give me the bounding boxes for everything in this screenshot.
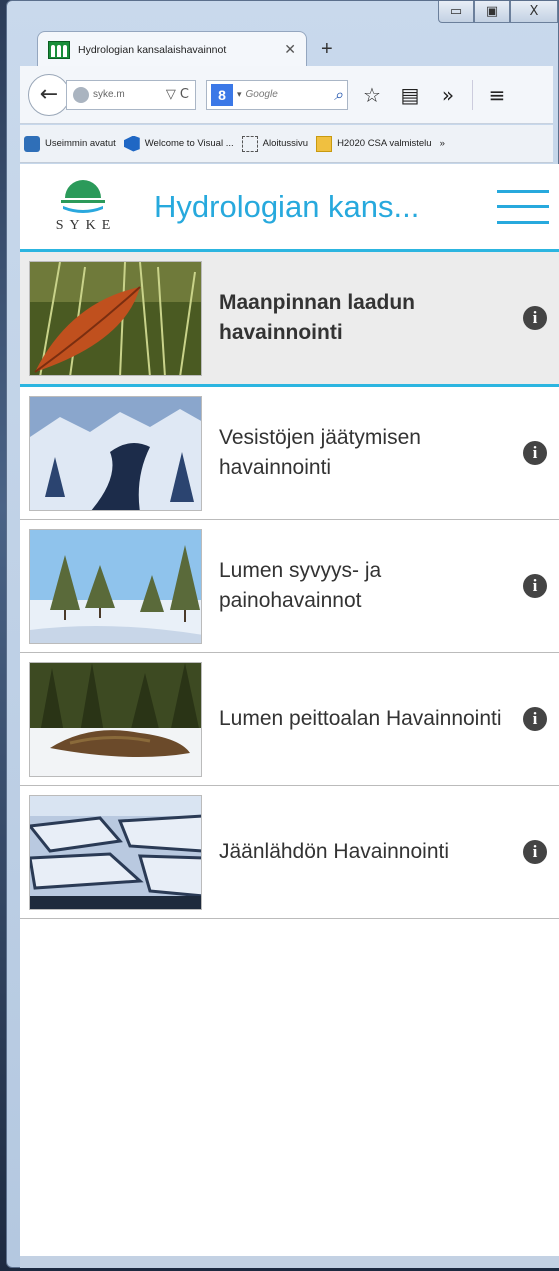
list-item[interactable]: Maanpinnan laadun havainnointi i xyxy=(20,252,559,387)
ice-breakup-image xyxy=(29,794,202,910)
new-tab-button[interactable]: + xyxy=(321,38,333,61)
bookmark-icon xyxy=(24,135,40,152)
reload-icon[interactable]: C xyxy=(180,87,189,102)
minimize-button[interactable]: ▭ xyxy=(438,1,474,23)
url-bar[interactable]: syke.m ▽ C xyxy=(66,79,196,110)
globe-icon xyxy=(73,86,89,103)
tab-hydrologia[interactable]: Hydrologian kansalaishavainnot ✕ xyxy=(37,31,307,67)
search-icon[interactable]: ⌕ xyxy=(334,85,343,105)
search-input[interactable]: Google xyxy=(246,89,331,100)
snow-patch-image xyxy=(29,661,202,777)
window-bottom-frame xyxy=(20,1256,559,1268)
hamburger-menu-icon[interactable] xyxy=(497,189,549,224)
snowy-forest-image xyxy=(29,528,202,644)
frozen-stream-image xyxy=(29,395,202,511)
info-icon[interactable]: i xyxy=(523,707,547,731)
bookmarks-overflow-icon[interactable]: » xyxy=(440,138,445,149)
toolbar-separator xyxy=(472,79,473,110)
info-icon[interactable]: i xyxy=(523,306,547,330)
close-window-button[interactable]: X xyxy=(510,1,558,23)
search-bar[interactable]: 8 ▾ Google ⌕ xyxy=(206,79,348,110)
bookmark-label: H2020 CSA valmistelu xyxy=(337,138,432,149)
bookmark-aloitussivu[interactable]: Aloitussivu xyxy=(241,135,309,152)
bookmark-label: Aloitussivu xyxy=(262,138,309,149)
item-label: Vesistöjen jäätymisen havainnointi xyxy=(219,426,421,479)
navigation-bar: ← syke.m ▽ C 8 ▾ Google ⌕ ☆ ▤ » ≡ xyxy=(20,66,553,124)
url-dropdown-icon[interactable]: ▽ xyxy=(166,87,176,102)
tab-close-icon[interactable]: ✕ xyxy=(284,41,296,58)
web-page: SYKE Hydrologian kans... Maanpinnan laad… xyxy=(20,164,559,1256)
engine-dropdown-icon[interactable]: ▾ xyxy=(237,90,242,100)
autumn-leaf-image xyxy=(29,260,202,376)
logo-text: SYKE xyxy=(55,217,117,233)
maximize-button[interactable]: ▣ xyxy=(474,1,510,23)
page-title: Hydrologian kans... xyxy=(154,188,420,224)
back-button[interactable]: ← xyxy=(28,73,70,116)
site-favicon-icon xyxy=(48,40,70,59)
folder-icon xyxy=(316,135,333,152)
info-icon[interactable]: i xyxy=(523,441,547,465)
info-icon[interactable]: i xyxy=(523,840,547,864)
info-icon[interactable]: i xyxy=(523,574,547,598)
blank-page-icon xyxy=(241,135,258,152)
tab-strip: Hydrologian kansalaishavainnot ✕ + xyxy=(37,29,333,67)
app-header: SYKE Hydrologian kans... xyxy=(20,164,559,252)
observation-list: Maanpinnan laadun havainnointi i Vesistö… xyxy=(20,252,559,919)
item-label: Jäänlähdön Havainnointi xyxy=(219,840,450,863)
bookmark-useimmin[interactable]: Useimmin avatut xyxy=(24,135,116,152)
list-item[interactable]: Lumen peittoalan Havainnointi i xyxy=(20,653,559,786)
item-label: Maanpinnan laadun havainnointi xyxy=(219,291,416,344)
bookmarks-bar: Useimmin avatut Welcome to Visual ... Al… xyxy=(20,125,553,163)
visual-studio-icon xyxy=(123,135,140,152)
list-item[interactable]: Vesistöjen jäätymisen havainnointi i xyxy=(20,387,559,520)
google-engine-icon[interactable]: 8 xyxy=(211,83,233,106)
item-label: Lumen syvyys- ja painohavainnot xyxy=(219,559,382,612)
toolbar-overflow-icon[interactable]: » xyxy=(434,83,462,107)
bookmark-label: Welcome to Visual ... xyxy=(144,138,234,149)
url-text: syke.m xyxy=(93,89,125,100)
bookmark-h2020[interactable]: H2020 CSA valmistelu xyxy=(316,135,432,152)
window-controls: ▭ ▣ X xyxy=(438,1,558,27)
bookmark-star-icon[interactable]: ☆ xyxy=(358,83,386,107)
list-item[interactable]: Jäänlähdön Havainnointi i xyxy=(20,786,559,919)
syke-logo: SYKE xyxy=(50,174,116,240)
syke-logo-icon xyxy=(61,179,105,213)
bookmark-label: Useimmin avatut xyxy=(45,138,116,149)
tab-title: Hydrologian kansalaishavainnot xyxy=(78,43,227,56)
list-item[interactable]: Lumen syvyys- ja painohavainnot i xyxy=(20,520,559,653)
menu-icon[interactable]: ≡ xyxy=(483,83,511,107)
bookmark-visual[interactable]: Welcome to Visual ... xyxy=(123,135,234,152)
reading-list-icon[interactable]: ▤ xyxy=(396,83,424,107)
item-label: Lumen peittoalan Havainnointi xyxy=(219,707,502,730)
